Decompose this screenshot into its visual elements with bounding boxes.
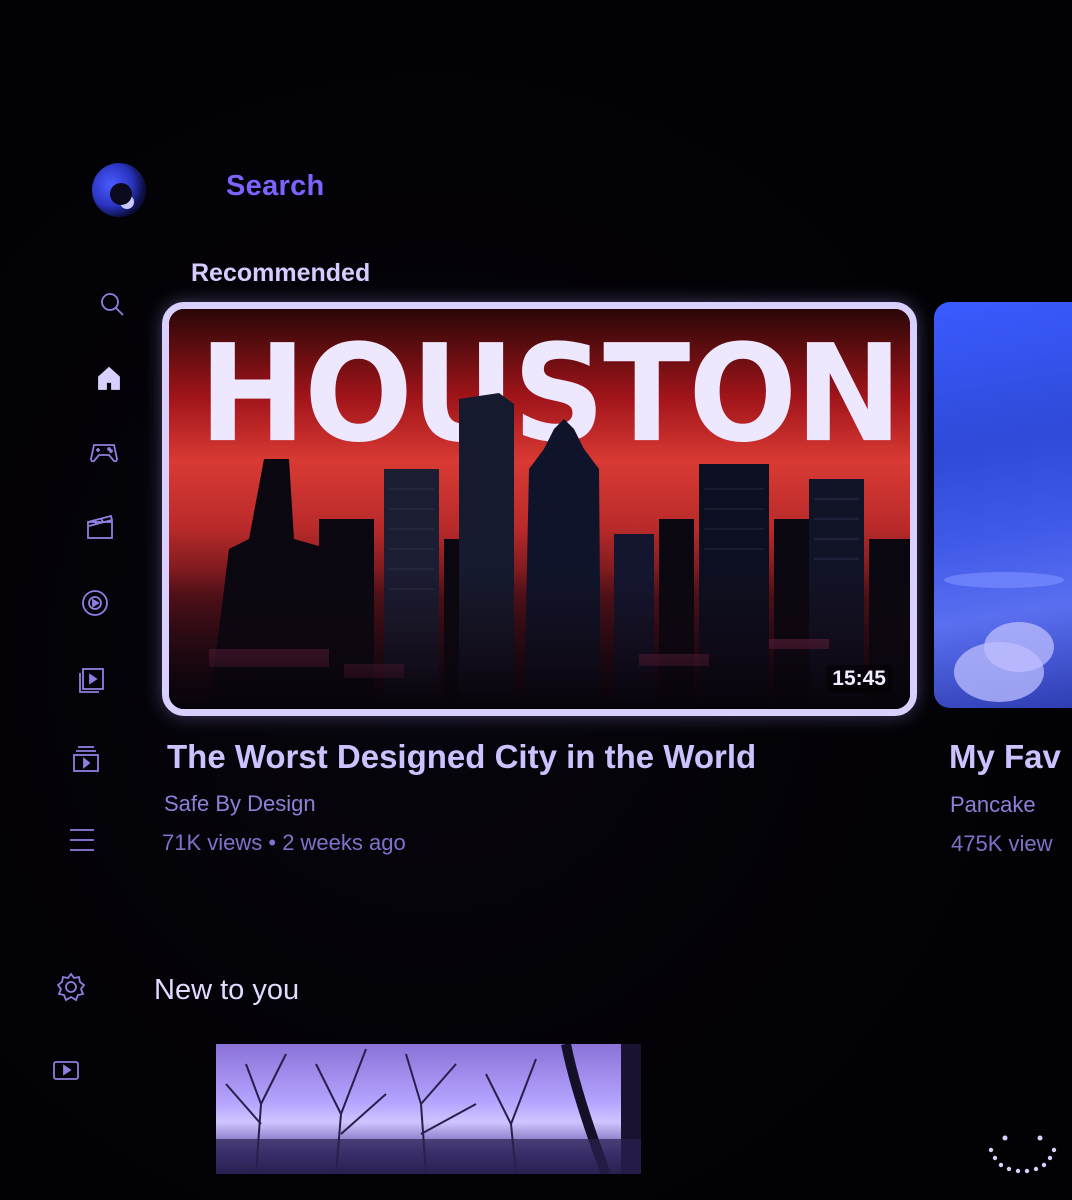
tv-home-screen: Search Recommended HOUSTON 15:45 The Wor…	[0, 0, 1072, 1200]
video-channel: Pancake	[950, 792, 1036, 817]
youtube-icon[interactable]	[46, 1050, 86, 1090]
video-meta: 71K views • 2 weeks ago	[162, 830, 406, 855]
video-channel: Safe By Design	[164, 791, 316, 816]
search-button[interactable]: Search	[226, 170, 325, 203]
video-title[interactable]: The Worst Designed City in the World	[167, 738, 756, 776]
thumbnail-cloud	[944, 572, 1064, 588]
gaming-icon[interactable]	[84, 431, 124, 471]
search-icon[interactable]	[92, 284, 132, 324]
library-icon[interactable]	[66, 740, 106, 780]
settings-icon[interactable]	[51, 967, 91, 1007]
video-meta: 475K view	[951, 831, 1053, 856]
thumbnail-cloud	[984, 622, 1054, 672]
subscriptions-icon[interactable]	[72, 660, 112, 700]
section-title-recommended: Recommended	[191, 259, 371, 287]
music-icon[interactable]	[75, 583, 115, 623]
video-title[interactable]: My Fav	[949, 738, 1061, 776]
trees-image	[216, 1044, 641, 1174]
loading-dots-icon	[988, 1135, 1057, 1174]
account-avatar[interactable]	[92, 163, 146, 217]
video-thumbnail[interactable]	[216, 1044, 641, 1174]
video-thumbnail: HOUSTON 15:45	[169, 309, 910, 709]
video-card-focused[interactable]: HOUSTON 15:45	[162, 302, 917, 716]
video-card-next[interactable]	[934, 302, 1072, 708]
movies-icon[interactable]	[80, 507, 120, 547]
video-duration-badge: 15:45	[826, 665, 892, 693]
home-icon[interactable]	[89, 358, 129, 398]
section-title-new-to-you: New to you	[154, 974, 300, 1006]
skyline-image	[169, 393, 910, 709]
menu-icon[interactable]	[62, 820, 102, 860]
